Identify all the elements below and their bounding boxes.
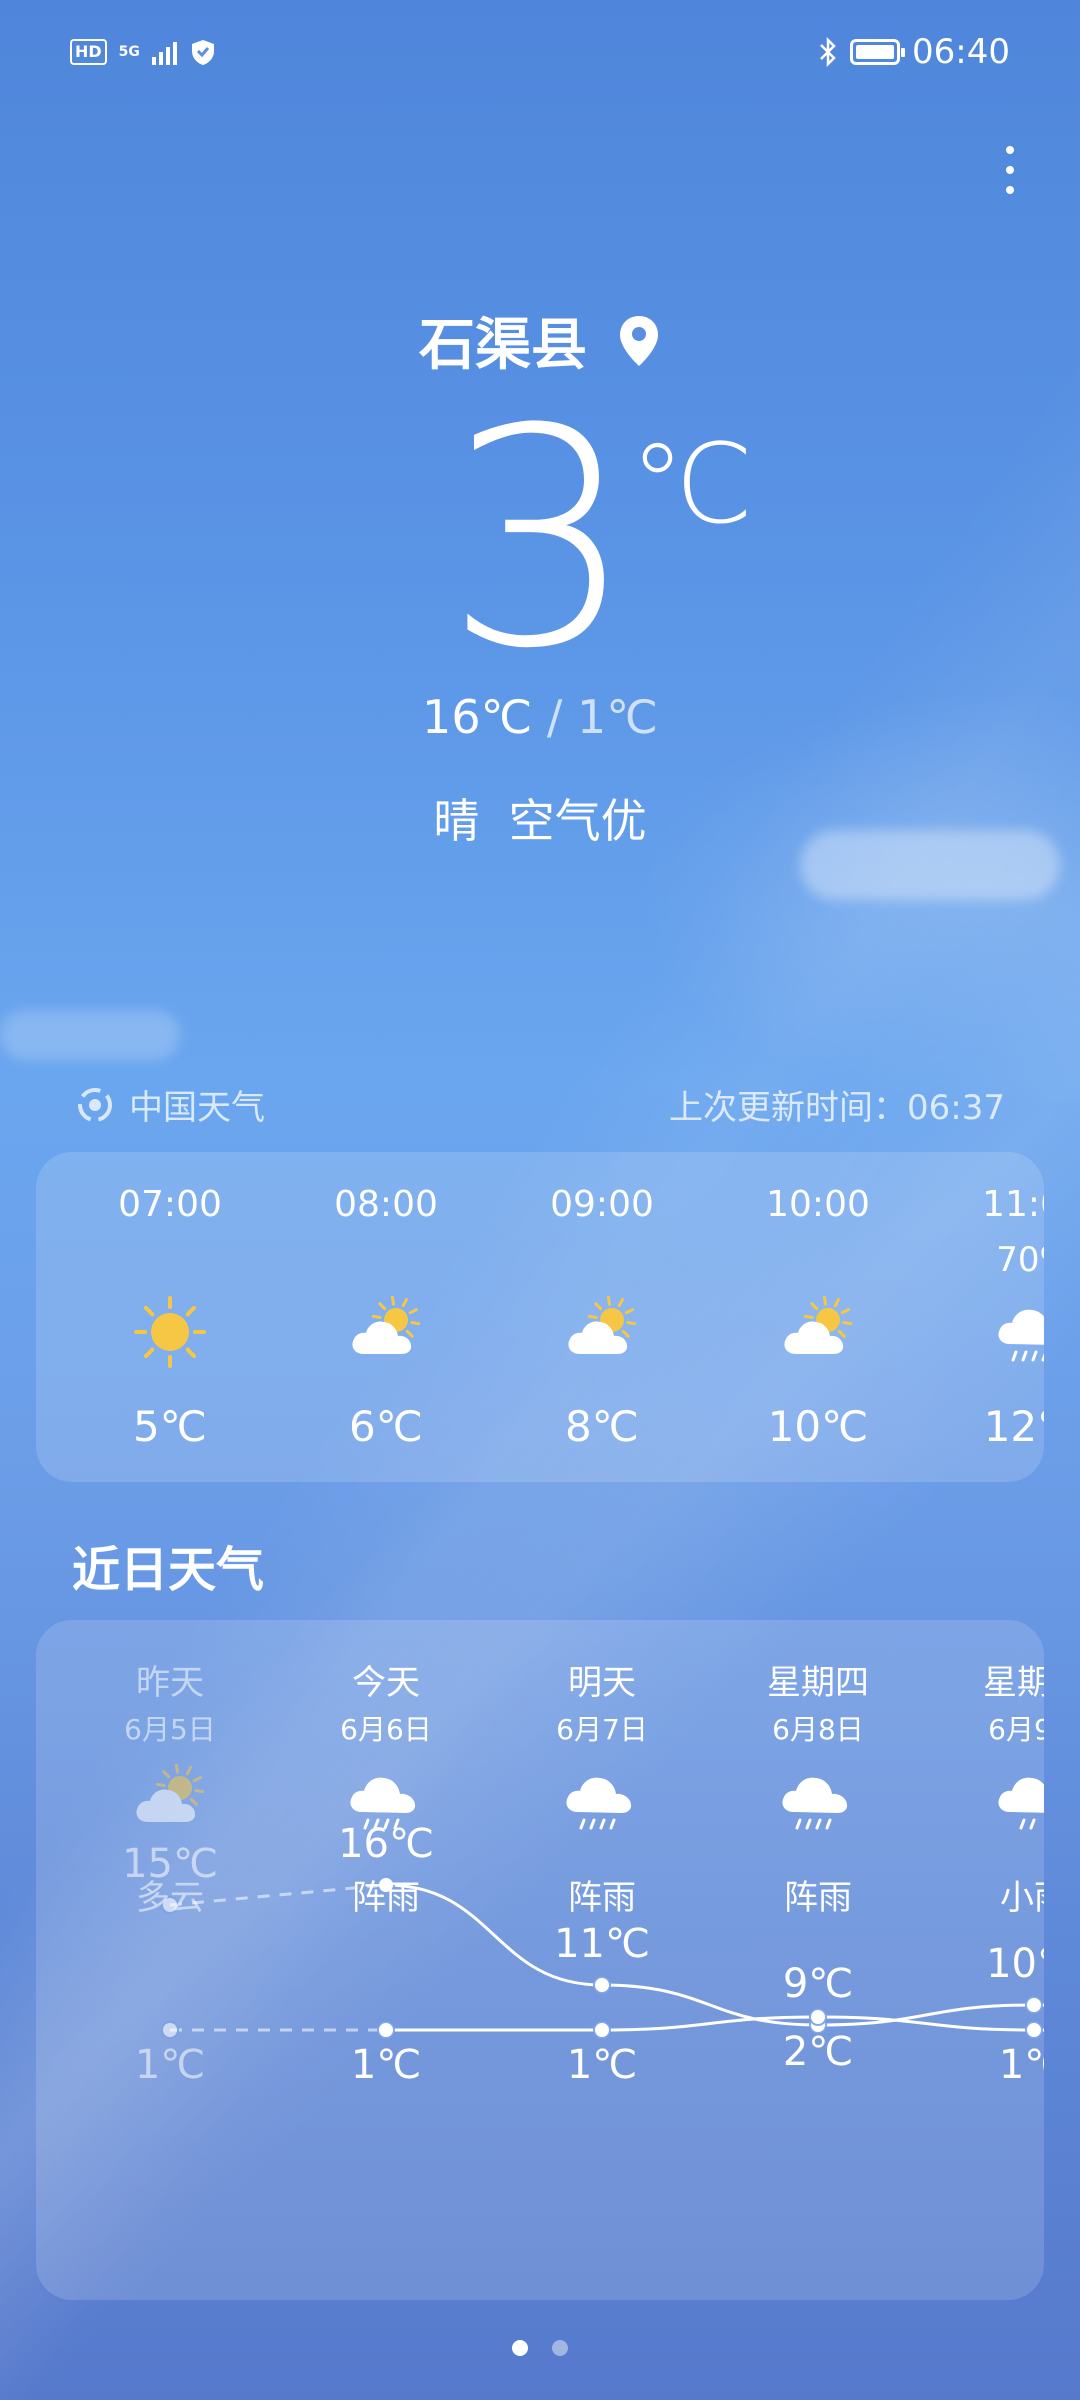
hourly-item: 10:00 10℃ <box>718 1152 918 1482</box>
temp-range-separator: / <box>532 690 577 744</box>
high-temp-label: 16℃ <box>338 1821 434 1867</box>
low-temp-point <box>377 2021 395 2039</box>
day-date: 6月5日 <box>124 1713 216 1746</box>
signal-icon <box>151 39 177 65</box>
source-name: 中国天气 <box>129 1088 265 1128</box>
temp-high: 16℃ <box>422 690 533 744</box>
day-condition: 阵雨 <box>568 1878 636 1918</box>
source-brand[interactable]: 中国天气 <box>75 1080 265 1129</box>
partly-cloudy-icon <box>778 1292 858 1372</box>
hour-time: 08:00 <box>334 1184 438 1225</box>
low-temp-label: 1℃ <box>134 2042 206 2088</box>
day-date: 6月6日 <box>340 1713 432 1746</box>
source-line: 中国天气 上次更新时间：06:37 <box>75 1080 1005 1129</box>
hour-time: 10:00 <box>766 1184 870 1225</box>
status-right: 06:40 <box>818 32 1010 72</box>
low-temp-label: 1℃ <box>566 2042 638 2088</box>
daily-item[interactable]: 今天 6月6日阵雨 <box>286 1620 486 1920</box>
hour-temp: 12℃ <box>983 1402 1044 1451</box>
day-date: 6月7日 <box>556 1713 648 1746</box>
hour-time: 11:00 <box>982 1184 1044 1225</box>
daily-item[interactable]: 星期五 6月9日小雨 <box>934 1620 1044 1920</box>
high-temp-label: 10℃ <box>986 1941 1044 1987</box>
day-date: 6月8日 <box>772 1713 864 1746</box>
day-condition: 阵雨 <box>352 1878 420 1918</box>
background-cloud <box>0 1010 180 1060</box>
status-bar: HD 5G 06:40 <box>70 30 1010 74</box>
low-temp-point <box>593 2021 611 2039</box>
light-rain-icon <box>994 1760 1044 1840</box>
high-temp-label: 11℃ <box>554 1921 650 1967</box>
rain-cloud-icon <box>994 1292 1044 1372</box>
hourly-item: 07:00 5℃ <box>70 1152 270 1482</box>
hourly-forecast-card[interactable]: 07:00 5℃ 08:00 6℃ 09:00 8℃ 10:00 10℃ 11:00 70% 12℃ <box>36 1152 1044 1482</box>
low-temp-line <box>386 2015 1044 2036</box>
network-type: 5G <box>118 44 140 60</box>
china-weather-logo-icon <box>78 1087 112 1122</box>
page-dot[interactable] <box>512 2340 528 2356</box>
daily-item[interactable]: 明天 6月7日阵雨 <box>502 1620 702 1920</box>
partly-cloudy-icon <box>562 1292 642 1372</box>
hour-temp: 10℃ <box>767 1402 869 1451</box>
hour-time: 07:00 <box>118 1184 222 1225</box>
low-temp-label: 1℃ <box>350 2042 422 2088</box>
hourly-item: 11:00 70% 12℃ <box>934 1152 1044 1482</box>
hourly-item: 09:00 8℃ <box>502 1152 702 1482</box>
low-temp-label: 1℃ <box>998 2042 1044 2088</box>
high-temp-point <box>1025 1996 1043 2014</box>
status-time: 06:40 <box>912 32 1010 72</box>
low-temp-point <box>161 2021 179 2039</box>
high-temp-point <box>593 1976 611 1994</box>
rain-cloud-icon <box>778 1760 858 1840</box>
hourly-item: 08:00 6℃ <box>286 1152 486 1482</box>
hour-time: 09:00 <box>550 1184 654 1225</box>
low-temp-label: 2℃ <box>782 2029 854 2075</box>
day-date: 6月9日 <box>988 1713 1044 1746</box>
high-temp-label: 15℃ <box>122 1841 218 1887</box>
day-name: 星期四 <box>767 1663 869 1703</box>
temp-low: 1℃ <box>577 690 658 744</box>
shield-heart-icon <box>191 40 214 65</box>
partly-cloudy-icon <box>346 1292 426 1372</box>
daily-item[interactable]: 星期四 6月8日阵雨 <box>718 1620 918 1920</box>
high-temp-label: 9℃ <box>782 1961 854 2007</box>
status-left: HD 5G <box>70 38 217 66</box>
hour-temp: 8℃ <box>565 1402 639 1451</box>
temp-range: 16℃ / 1℃ <box>0 690 1080 744</box>
rain-cloud-icon <box>562 1760 642 1840</box>
daily-forecast-card[interactable]: 昨天6月5日多云今天6月6日阵雨明天6月7日阵雨星期四6月8日阵雨星期五6月9日… <box>36 1620 1044 2300</box>
page-dot[interactable] <box>552 2340 568 2356</box>
more-menu-icon[interactable] <box>990 130 1030 210</box>
battery-icon <box>850 39 906 65</box>
precip-probability: 70% <box>996 1240 1044 1280</box>
low-temp-point <box>809 2008 827 2026</box>
hd-icon: HD <box>70 39 107 65</box>
last-updated: 上次更新时间：06:37 <box>669 1088 1005 1128</box>
condition-text: 晴 空气优 <box>433 794 647 848</box>
location-pin-icon <box>620 315 658 366</box>
daily-forecast-title: 近日天气 <box>72 1542 265 1598</box>
day-name: 明天 <box>568 1663 636 1703</box>
bluetooth-icon <box>820 36 836 68</box>
day-name: 今天 <box>352 1663 420 1703</box>
day-name: 星期五 <box>983 1663 1044 1703</box>
day-condition: 小雨 <box>1000 1878 1044 1918</box>
low-temp-point <box>1025 2021 1043 2039</box>
temperature-unit: ℃ <box>630 420 754 548</box>
sun-icon <box>130 1292 210 1372</box>
day-condition: 阵雨 <box>784 1878 852 1918</box>
current-temperature: 3 <box>444 365 636 714</box>
day-name: 昨天 <box>136 1663 204 1703</box>
hour-temp: 5℃ <box>133 1402 207 1451</box>
partly-cloudy-icon <box>130 1760 210 1840</box>
hour-temp: 6℃ <box>349 1402 423 1451</box>
page-indicator <box>0 2340 1080 2356</box>
